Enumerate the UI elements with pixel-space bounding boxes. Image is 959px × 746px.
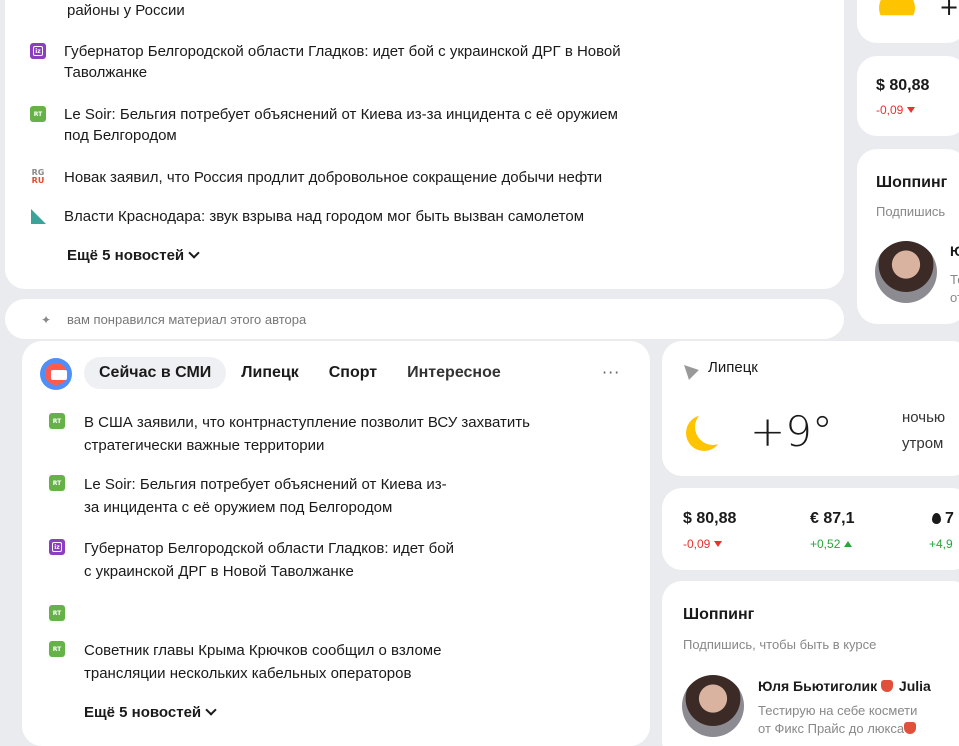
chevron-down-icon bbox=[188, 247, 200, 259]
lipstick-icon bbox=[904, 722, 917, 734]
top-currency-card[interactable]: $ 80,88 -0,09 bbox=[857, 56, 959, 136]
news-tabs: Сейчас в СМИ Липецк Спорт Интересное bbox=[84, 357, 516, 389]
news-item[interactable]: RG RU Новак заявил, что Россия продлит до… bbox=[30, 167, 603, 188]
oil-rate[interactable]: 7 bbox=[932, 510, 954, 528]
currency-widget: $ 80,88 -0,09 € 87,1 +0,52 7 +4,9 bbox=[662, 488, 959, 570]
news-service-logo-icon[interactable] bbox=[40, 358, 72, 390]
blogger-name[interactable]: Ю bbox=[950, 243, 959, 259]
rt-icon: RT bbox=[49, 641, 65, 657]
news-widget: Сейчас в СМИ Липецк Спорт Интересное ···… bbox=[22, 341, 650, 746]
news-headline[interactable]: районы у России bbox=[67, 0, 185, 21]
news-item[interactable]: Власти Краснодара: звук взрыва над город… bbox=[30, 206, 584, 227]
news-headline[interactable]: Le Soir: Бельгия потребует объяснений от… bbox=[64, 104, 618, 146]
news-headline[interactable]: Власти Краснодара: звук взрыва над город… bbox=[64, 206, 584, 227]
tab-now-in-media[interactable]: Сейчас в СМИ bbox=[84, 357, 227, 389]
news-headline[interactable]: Губернатор Белгородской области Гладков:… bbox=[64, 41, 621, 83]
location-name[interactable]: Липецк bbox=[708, 359, 758, 376]
top-weather-card[interactable]: + bbox=[857, 0, 959, 43]
rt-icon: RT bbox=[49, 413, 65, 429]
top-news-card: районы у России iz Губернатор Белгородск… bbox=[5, 0, 844, 289]
shopping-subtitle: Подпишись, чтобы быть в курсе bbox=[683, 637, 877, 652]
usd-change: -0,09 bbox=[683, 537, 723, 551]
oil-change: +4,9 bbox=[929, 537, 953, 551]
more-news-link[interactable]: Ещё 5 новостей bbox=[67, 247, 200, 264]
weather-widget[interactable]: Липецк +9° ночью утром bbox=[662, 341, 959, 476]
top-shopping-card[interactable]: Шоппинг Подпишись Ю Те от bbox=[857, 149, 959, 324]
more-menu-icon[interactable]: ··· bbox=[602, 363, 620, 382]
izvestia-icon: iz bbox=[30, 43, 46, 59]
up-arrow-icon bbox=[844, 541, 853, 547]
avatar[interactable] bbox=[682, 675, 744, 737]
shopping-title[interactable]: Шоппинг bbox=[683, 606, 754, 624]
current-temperature: +9° bbox=[750, 407, 833, 456]
izvestia-icon: iz bbox=[49, 539, 65, 555]
news-item[interactable]: RT Le Soir: Бельгия потребует объяснений… bbox=[49, 473, 447, 519]
night-forecast-label: ночью bbox=[902, 409, 946, 426]
usd-change: -0,09 bbox=[876, 103, 916, 117]
pin-icon: ✦ bbox=[41, 313, 52, 327]
down-arrow-icon bbox=[714, 541, 723, 547]
rt-icon: RT bbox=[49, 475, 65, 491]
krasnodar-source-icon bbox=[30, 208, 46, 224]
oil-drop-icon bbox=[932, 513, 941, 524]
recommendation-text: вам понравился материал этого автора bbox=[67, 312, 307, 327]
news-item[interactable]: iz Губернатор Белгородской области Гладк… bbox=[30, 41, 621, 83]
blogger-name[interactable]: Юля Бьютиголик Julia bbox=[758, 678, 931, 694]
news-item[interactable]: RT Le Soir: Бельгия потребует объяснений… bbox=[30, 104, 618, 146]
more-news-link[interactable]: Ещё 5 новостей bbox=[84, 704, 217, 721]
moon-icon bbox=[879, 0, 915, 16]
recommendation-card: ✦ вам понравился материал этого автора bbox=[5, 299, 844, 339]
avatar[interactable] bbox=[875, 241, 937, 303]
usd-rate: $ 80,88 bbox=[876, 77, 930, 94]
news-headline[interactable]: Советник главы Крыма Крючков сообщил о в… bbox=[84, 639, 441, 685]
news-item[interactable]: районы у России bbox=[30, 0, 185, 21]
moon-icon bbox=[686, 409, 731, 451]
chevron-down-icon bbox=[205, 704, 217, 716]
blogger-description: Тестирую на себе космети от Фикс Прайс д… bbox=[758, 703, 918, 736]
down-arrow-icon bbox=[907, 107, 916, 113]
tab-interesting[interactable]: Интересное bbox=[392, 357, 516, 389]
news-item[interactable]: RT В США заявили, что контрнаступление п… bbox=[49, 411, 530, 457]
news-headline[interactable]: Le Soir: Бельгия потребует объяснений от… bbox=[84, 473, 447, 519]
rg-icon: RG RU bbox=[31, 168, 45, 185]
usd-rate[interactable]: $ 80,88 bbox=[683, 510, 736, 528]
location-arrow-icon bbox=[679, 360, 699, 380]
news-headline[interactable]: Новак заявил, что Россия продлит доброво… bbox=[64, 167, 602, 188]
blogger-description: Те от bbox=[950, 272, 959, 305]
tab-fade bbox=[563, 364, 577, 384]
news-headline[interactable]: Губернатор Белгородской области Гладков:… bbox=[84, 537, 454, 583]
eur-change: +0,52 bbox=[810, 537, 853, 551]
news-headline[interactable]: В США заявили, что контрнаступление позв… bbox=[84, 411, 530, 457]
eur-rate[interactable]: € 87,1 bbox=[810, 510, 854, 528]
rt-icon: RT bbox=[49, 605, 65, 621]
shopping-title: Шоппинг bbox=[876, 174, 948, 191]
shopping-widget[interactable]: Шоппинг Подпишись, чтобы быть в курсе Юл… bbox=[662, 581, 959, 746]
temperature-fragment: + bbox=[939, 0, 959, 21]
rt-icon: RT bbox=[30, 106, 46, 122]
shopping-subtitle: Подпишись bbox=[876, 204, 946, 219]
lipstick-icon bbox=[881, 680, 894, 692]
news-item[interactable]: iz Губернатор Белгородской области Гладк… bbox=[49, 537, 454, 583]
news-item[interactable]: RT bbox=[49, 603, 65, 621]
tab-sport[interactable]: Спорт bbox=[314, 357, 392, 389]
tab-lipetsk[interactable]: Липецк bbox=[226, 357, 313, 389]
news-item[interactable]: RT Советник главы Крыма Крючков сообщил … bbox=[49, 639, 441, 685]
morning-forecast-label: утром bbox=[902, 435, 944, 452]
